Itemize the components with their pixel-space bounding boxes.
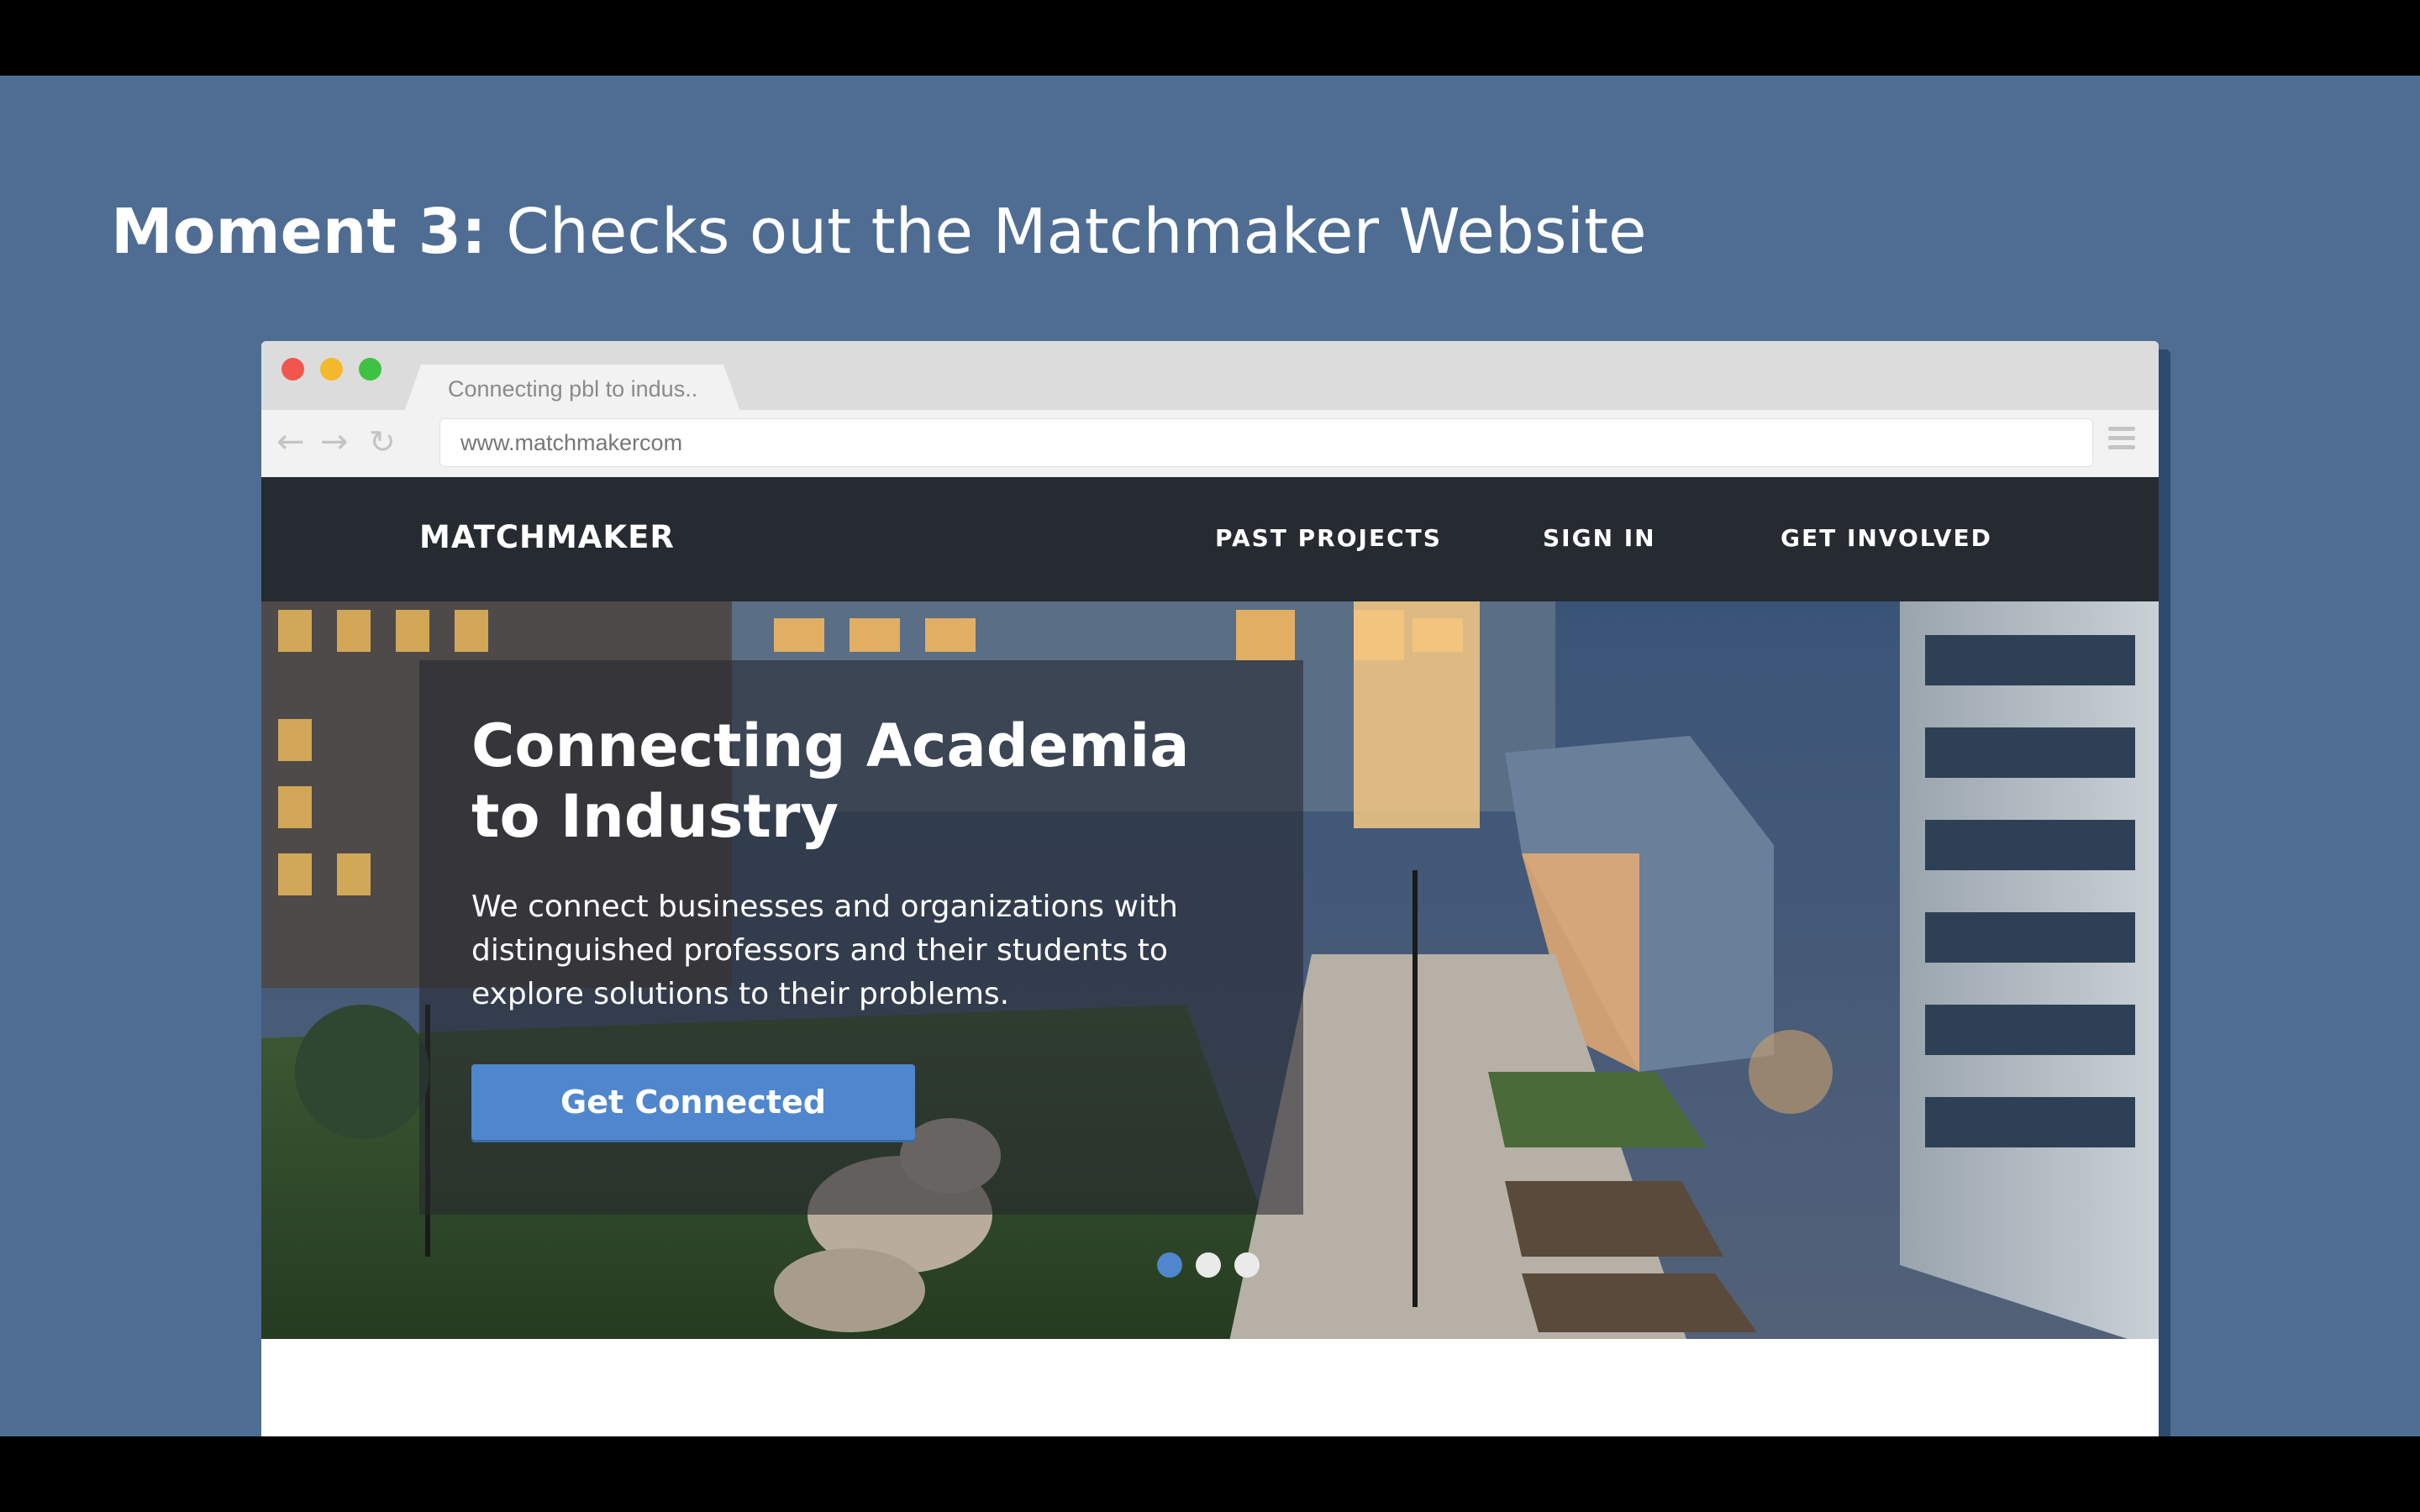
carousel-dot[interactable] <box>1196 1252 1221 1278</box>
browser-tab[interactable]: Connecting pbl to indus.. <box>404 365 740 412</box>
browser-shadow <box>2159 353 2170 1436</box>
maximize-window-button[interactable] <box>359 358 381 381</box>
browser-toolbar: ← → ↻ www.matchmakercom <box>261 410 2159 478</box>
hamburger-menu-icon[interactable] <box>2108 427 2135 452</box>
letterbox-top <box>0 0 2420 76</box>
browser-titlebar: Connecting pbl to indus.. <box>261 341 2159 412</box>
page-content-edge <box>261 1339 2159 1349</box>
carousel-indicators <box>1157 1252 1275 1283</box>
back-arrow-icon[interactable]: ← <box>276 420 305 464</box>
carousel-dot[interactable] <box>1234 1252 1260 1278</box>
hero-description: We connect businesses and organizations … <box>471 890 1178 1011</box>
slide-title-rest: Checks out the Matchmaker Website <box>486 196 1647 268</box>
browser-tab-title: Connecting pbl to indus.. <box>448 376 698 402</box>
hero-section: Connecting Academia to Industry We conne… <box>261 601 2159 1349</box>
minimize-window-button[interactable] <box>320 358 343 381</box>
site-navbar: MATCHMAKER PAST PROJECTS SIGN IN GET INV… <box>261 477 2159 601</box>
slide-title: Moment 3: Checks out the Matchmaker Webs… <box>111 195 1647 270</box>
carousel-dot-active[interactable] <box>1157 1252 1182 1278</box>
browser-window: Connecting pbl to indus.. ← → ↻ www.matc… <box>261 341 2159 1436</box>
forward-arrow-icon[interactable]: → <box>320 420 349 464</box>
close-window-button[interactable] <box>281 358 304 381</box>
site-logo[interactable]: MATCHMAKER <box>419 519 675 555</box>
slide-title-bold: Moment 3: <box>111 196 487 268</box>
nav-get-involved[interactable]: GET INVOLVED <box>1781 524 1992 552</box>
letterbox-bottom <box>0 1436 2420 1512</box>
hero-title: Connecting Academia to Industry <box>471 711 1190 851</box>
get-connected-button[interactable]: Get Connected <box>471 1064 915 1140</box>
nav-past-projects[interactable]: PAST PROJECTS <box>1215 524 1442 552</box>
address-url: www.matchmakercom <box>460 430 683 455</box>
reload-icon[interactable]: ↻ <box>369 420 396 464</box>
address-bar[interactable]: www.matchmakercom <box>439 418 2093 467</box>
nav-sign-in[interactable]: SIGN IN <box>1543 524 1656 552</box>
